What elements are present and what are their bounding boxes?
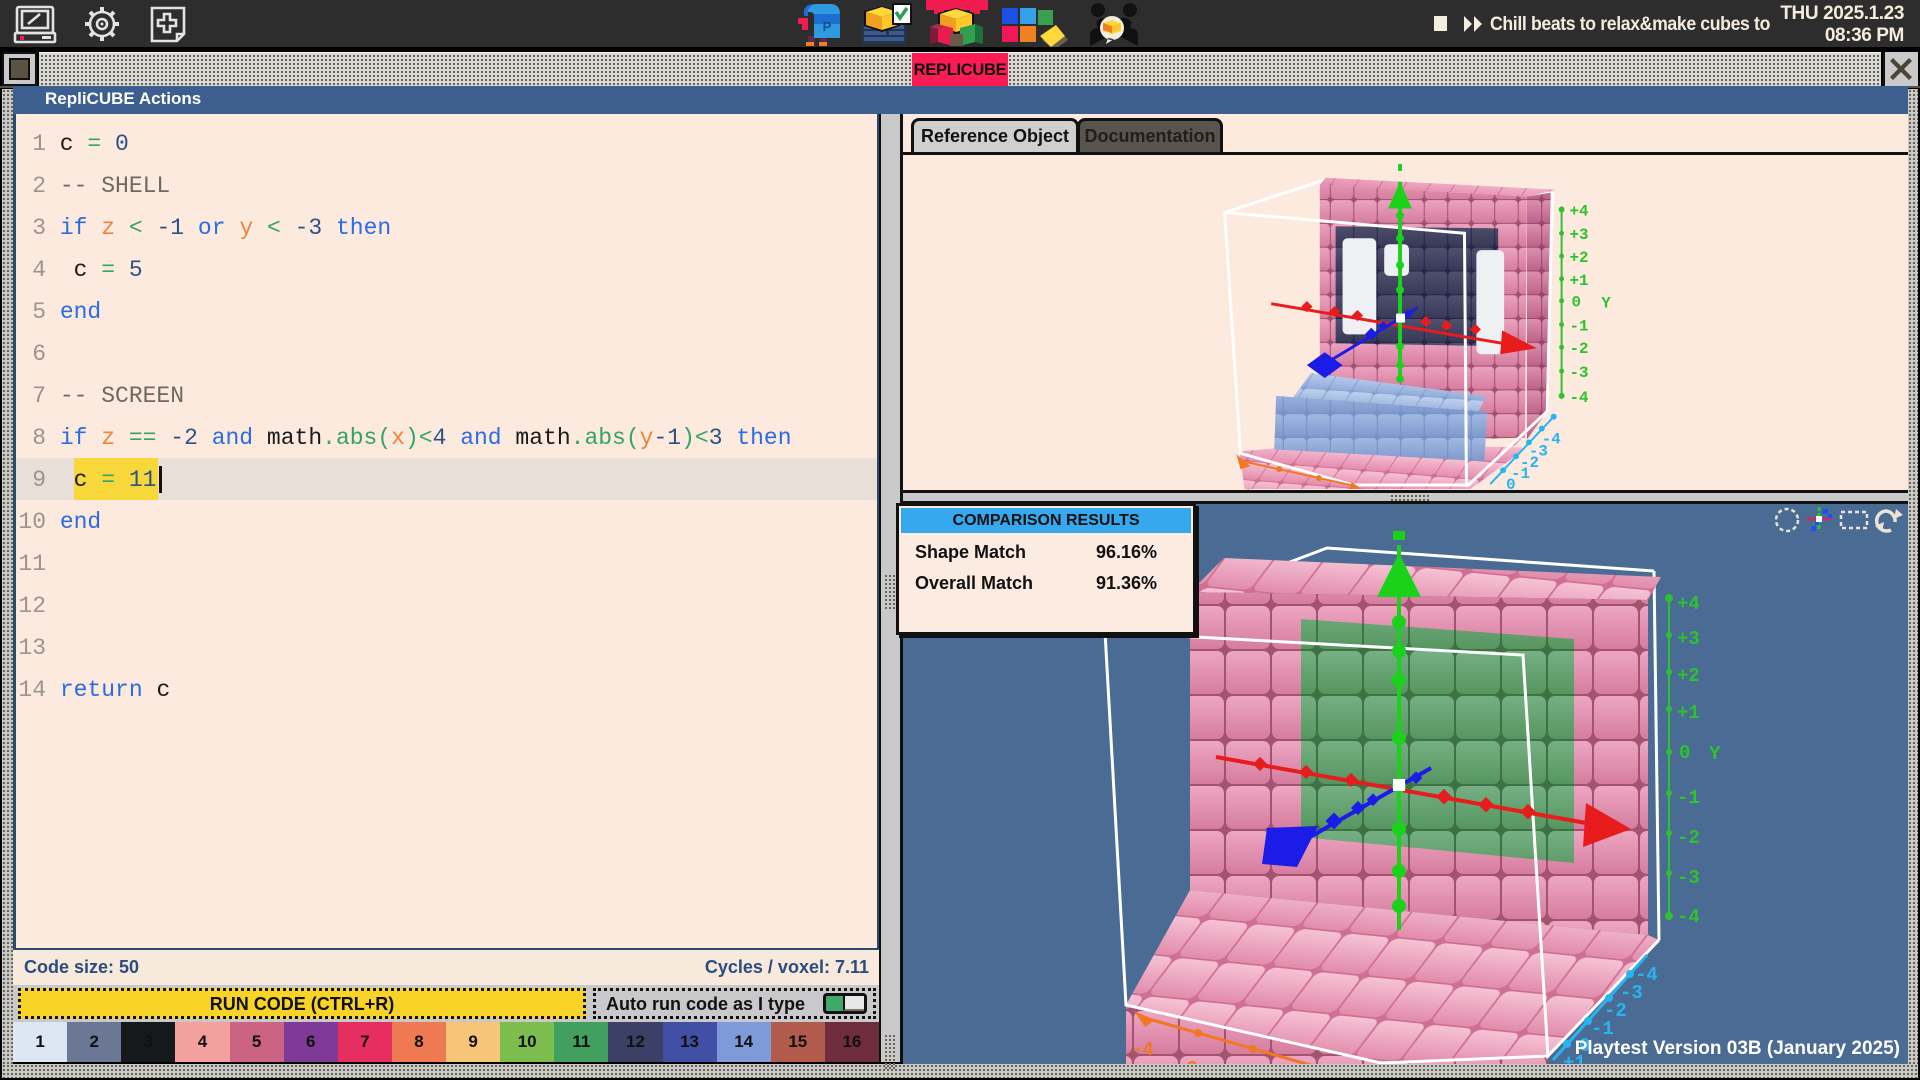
svg-text:+2: +2 <box>1570 249 1589 267</box>
svg-text:+1: +1 <box>1677 702 1700 724</box>
svg-text:-3: -3 <box>1175 1058 1198 1064</box>
svg-text:Y: Y <box>1709 743 1721 765</box>
svg-text:-3: -3 <box>1570 364 1589 382</box>
svg-text:+2: +2 <box>1677 665 1700 687</box>
svg-text:+3: +3 <box>1570 226 1589 244</box>
svg-text:+4: +4 <box>1570 202 1590 220</box>
svg-text:0: 0 <box>1679 742 1690 764</box>
svg-text:-4: -4 <box>1131 1039 1154 1061</box>
svg-text:-1: -1 <box>1591 1018 1614 1040</box>
svg-text:P: P <box>823 19 832 34</box>
svg-text:-4: -4 <box>1570 389 1590 407</box>
svg-text:+1: +1 <box>1570 272 1589 290</box>
svg-text:-1: -1 <box>1570 317 1589 335</box>
svg-text:Y: Y <box>1601 295 1611 313</box>
svg-text:-2: -2 <box>1570 340 1589 358</box>
svg-text:+4: +4 <box>1677 593 1700 615</box>
svg-text:0: 0 <box>1572 294 1582 312</box>
svg-text:0: 0 <box>1506 476 1516 490</box>
svg-text:-1: -1 <box>1677 787 1700 809</box>
svg-text:+3: +3 <box>1677 628 1700 650</box>
svg-text:-2: -2 <box>1677 827 1700 849</box>
svg-text:-4: -4 <box>1677 906 1700 928</box>
svg-text:-3: -3 <box>1677 867 1700 889</box>
